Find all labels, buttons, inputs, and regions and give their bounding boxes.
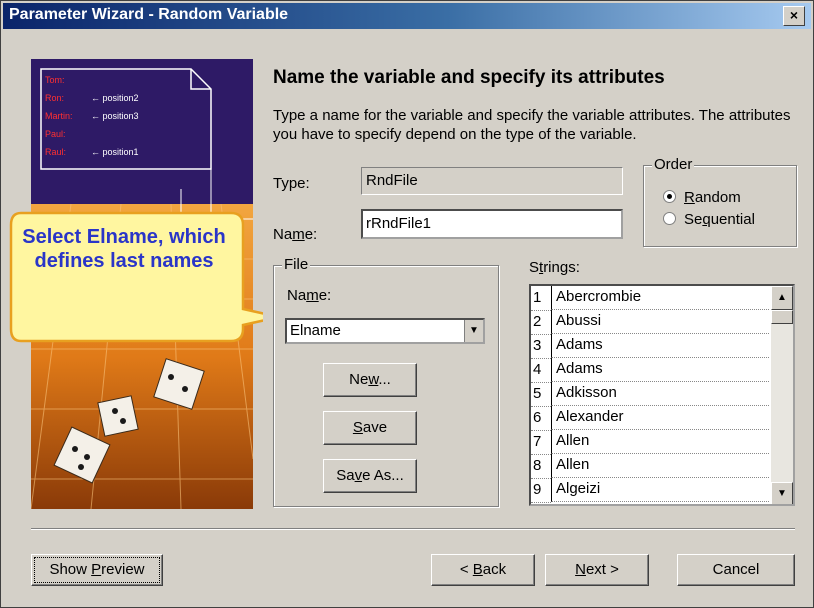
scroll-down-icon[interactable]: ▼ [771,482,793,504]
list-item[interactable]: 6 Alexander [531,406,771,431]
list-item[interactable]: 5 Adkisson [531,382,771,407]
type-label: Type: [273,175,310,192]
list-item[interactable]: 2 Abussi [531,310,771,335]
illustration-name-1: Tom: [45,75,65,85]
list-item[interactable]: 4 Adams [531,358,771,383]
name-label: Name: [273,226,318,243]
back-button[interactable]: < Back [431,554,535,586]
type-field: RndFile [361,167,623,195]
next-button[interactable]: Next > [545,554,649,586]
save-file-button[interactable]: Save [323,411,417,445]
order-group-title: Order [652,156,695,173]
list-item[interactable]: 8 Allen [531,454,771,479]
radio-sequential[interactable]: Sequential [663,211,755,228]
file-name-value: Elname [290,322,341,339]
illustration-note-1: ← position2 [91,93,139,103]
chevron-down-icon[interactable]: ▼ [464,320,483,342]
file-name-dropdown[interactable]: Elname ▼ [285,318,485,344]
illustration-note-3: ← position1 [91,147,139,157]
order-group: Order [643,156,797,247]
page-description: Type a name for the variable and specify… [273,107,791,143]
footer-separator [31,528,795,530]
list-item[interactable]: 3 Adams [531,334,771,359]
name-input[interactable]: rRndFile1 [361,209,623,239]
list-item[interactable]: 9 Algeizi [531,478,771,503]
file-group-title: File [282,256,311,273]
strings-scrollbar[interactable]: ▲ ▼ [771,286,793,504]
window-title: Parameter Wizard - Random Variable [9,6,289,23]
cancel-button[interactable]: Cancel [677,554,795,586]
strings-label: Strings: [529,259,580,276]
show-preview-button[interactable]: Show Preview [31,554,163,586]
page-heading: Name the variable and specify its attrib… [273,67,665,88]
radio-sequential-indicator [663,212,676,225]
title-bar[interactable]: Parameter Wizard - Random Variable × [3,3,811,29]
file-name-label: Name: [287,287,332,304]
scroll-up-icon[interactable]: ▲ [771,286,793,310]
save-as-file-button[interactable]: Save As... [323,459,417,493]
strings-list[interactable]: 1 Abercrombie 2 Abussi 3 Adams 4 Adams 5 Adki… [529,284,795,506]
illustration-name-4: Paul: [45,129,66,139]
illustration-name-3: Martin: [45,111,73,121]
callout-text: Select Elname, which defines last names [22,226,226,272]
illustration-name-2: Ron: [45,93,65,103]
radio-random-indicator [663,190,676,203]
close-button[interactable]: × [783,6,805,26]
radio-random[interactable]: Random [663,189,741,206]
scroll-thumb[interactable] [771,310,793,324]
illustration-note-2: ← position3 [91,111,139,121]
illustration-name-5: Raul: [45,147,67,157]
list-item[interactable]: 1 Abercrombie [531,286,771,311]
list-item[interactable]: 7 Allen [531,430,771,455]
wizard-window: Parameter Wizard - Random Variable × Tom… [0,0,814,608]
new-file-button[interactable]: New... [323,363,417,397]
